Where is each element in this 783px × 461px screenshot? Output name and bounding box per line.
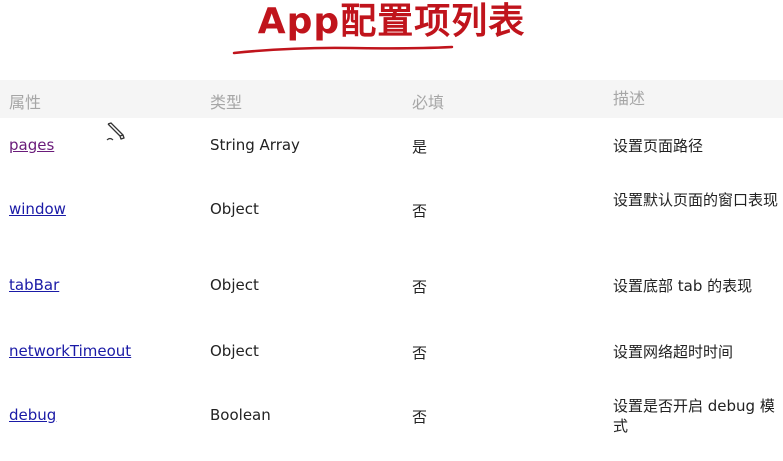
property-link-debug[interactable]: debug <box>9 406 56 424</box>
table-row: tabBar Object 否 设置底部 tab 的表现 <box>0 276 783 306</box>
required-cell: 是 <box>412 138 428 156</box>
type-cell: Object <box>210 342 259 360</box>
type-cell: Object <box>210 200 259 218</box>
page-title: App配置项列表 <box>257 1 526 42</box>
type-cell: String Array <box>210 136 300 154</box>
property-link-window[interactable]: window <box>9 200 66 218</box>
required-cell: 否 <box>412 344 428 362</box>
required-cell: 否 <box>412 408 428 426</box>
description-cell: 设置网络超时时间 <box>613 343 734 361</box>
property-link-tabbar[interactable]: tabBar <box>9 276 59 294</box>
description-cell: 设置底部 tab 的表现 <box>613 277 753 295</box>
table-row: networkTimeout Object 否 设置网络超时时间 <box>0 342 783 372</box>
description-cell: 设置页面路径 <box>613 137 704 155</box>
table-header-row: 属性 类型 必填 描述 <box>0 80 783 118</box>
header-property: 属性 <box>9 93 42 112</box>
header-type: 类型 <box>210 93 243 112</box>
table-row: debug Boolean 否 设置是否开启 debug 模式 <box>0 397 783 436</box>
required-cell: 否 <box>412 202 428 220</box>
header-description: 描述 <box>613 89 646 108</box>
required-cell: 否 <box>412 278 428 296</box>
pencil-cursor-icon <box>106 122 125 141</box>
property-link-networktimeout[interactable]: networkTimeout <box>9 342 131 360</box>
header-required: 必填 <box>412 93 445 112</box>
property-link-pages[interactable]: pages <box>9 136 54 154</box>
type-cell: Boolean <box>210 406 271 424</box>
type-cell: Object <box>210 276 259 294</box>
description-cell: 设置是否开启 debug 模式 <box>613 397 775 435</box>
title-underline-stroke <box>232 45 454 55</box>
table-row: window Object 否 设置默认页面的窗口表现 <box>0 191 783 230</box>
description-cell: 设置默认页面的窗口表现 <box>613 191 779 209</box>
